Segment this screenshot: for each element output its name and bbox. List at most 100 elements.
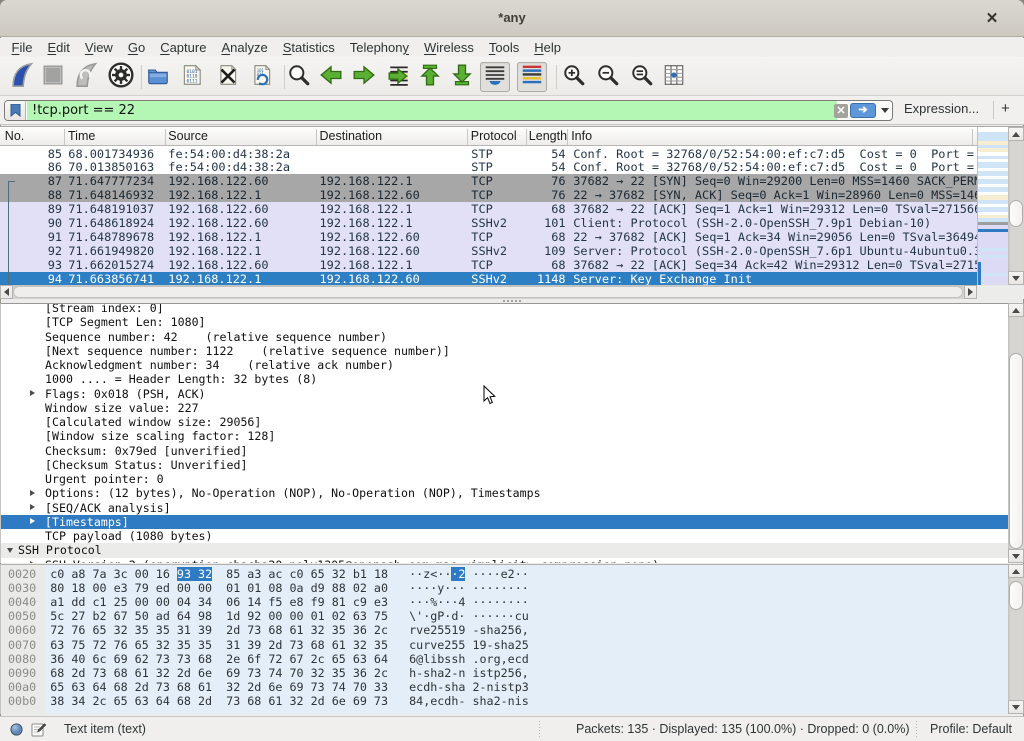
hex-row-0020[interactable]: 0020 c0 a8 7a 3c 00 16 93 32 85 a3 ac c0… (8, 567, 529, 581)
title-bar[interactable]: *any ✕ (0, 0, 1024, 37)
details-scrollbar-thumb[interactable] (1009, 353, 1023, 549)
detail-row[interactable]: [Calculated window size: 29056] (1, 415, 1008, 429)
menu-edit[interactable]: Edit (40, 38, 77, 57)
packet-row-85[interactable]: 8568.001734936fe:54:00:d4:38:2aSTP54Conf… (0, 147, 977, 161)
column-header-no[interactable]: No. (5, 128, 64, 145)
detail-row[interactable]: Window size value: 227 (1, 401, 1008, 415)
display-filter-input[interactable]: !tcp.port == 22 (27, 101, 837, 120)
column-resize-handle[interactable] (316, 129, 317, 145)
detail-row[interactable]: Acknowledgment number: 34 (relative ack … (1, 358, 1008, 372)
packet-row-89[interactable]: 8971.648191037192.168.122.60192.168.122.… (0, 202, 977, 216)
expander-collapsed-icon[interactable] (30, 504, 35, 510)
packet-row-91[interactable]: 9171.648789678192.168.122.1192.168.122.6… (0, 230, 977, 244)
details-scrollbar-down-button[interactable] (1008, 549, 1024, 563)
hex-row-0080[interactable]: 0080 36 40 6c 69 62 73 73 68 2e 6f 72 67… (8, 652, 529, 666)
go-first-button[interactable] (415, 62, 445, 92)
menu-view[interactable]: View (77, 38, 120, 57)
detail-row[interactable]: Checksum: 0x79ed [unverified] (1, 444, 1008, 458)
menu-file[interactable]: File (4, 38, 40, 57)
close-file-button[interactable] (213, 62, 243, 92)
zoom-in-button[interactable] (559, 62, 589, 92)
auto-scroll-button[interactable] (480, 62, 510, 92)
packet-list-scrollbar-up-button[interactable] (1008, 127, 1024, 141)
menu-telephony[interactable]: Telephony (342, 38, 416, 57)
filter-apply-icon[interactable]: ➔ (850, 103, 876, 118)
packet-list-header[interactable]: No.TimeSourceDestinationProtocolLengthIn… (0, 128, 977, 146)
bytes-scrollbar-up-button[interactable] (1008, 564, 1024, 578)
packet-list-hscrollbar-left-button[interactable] (0, 285, 13, 299)
packet-list-scrollbar-down-button[interactable] (1008, 271, 1024, 285)
column-resize-handle[interactable] (972, 129, 973, 145)
expander-collapsed-icon[interactable] (30, 561, 35, 563)
packet-list-minimap[interactable] (977, 127, 1008, 285)
zoom-out-button[interactable] (593, 62, 623, 92)
menu-help[interactable]: Help (527, 38, 569, 57)
expander-expanded-icon[interactable] (7, 548, 13, 553)
details-scrollbar-up-button[interactable] (1008, 303, 1024, 317)
filter-bookmark-button[interactable] (5, 101, 26, 120)
filter-dropdown-icon[interactable] (881, 108, 889, 113)
detail-row[interactable]: SSH Protocol (1, 543, 1008, 557)
capture-comment-icon[interactable] (31, 722, 46, 737)
go-forward-button[interactable] (349, 62, 379, 92)
capture-options-button[interactable] (106, 62, 136, 92)
column-header-info[interactable]: Info (571, 128, 977, 145)
column-header-length[interactable]: Length (529, 128, 568, 145)
detail-row[interactable]: [Next sequence number: 1122 (relative se… (1, 344, 1008, 358)
column-resize-handle[interactable] (526, 129, 527, 145)
detail-row[interactable]: [Stream index: 0] (1, 303, 1008, 315)
packet-row-94[interactable]: 9471.663856741192.168.122.1192.168.122.6… (0, 272, 977, 286)
find-packet-button[interactable] (284, 62, 314, 92)
column-header-time[interactable]: Time (68, 128, 165, 145)
go-to-packet-button[interactable] (384, 62, 414, 92)
detail-row[interactable]: Flags: 0x018 (PSH, ACK) (1, 387, 1008, 401)
hex-row-0040[interactable]: 0040 a1 dd c1 25 00 00 04 34 06 14 f5 e8… (8, 595, 529, 609)
packet-list-scrollbar-thumb[interactable] (1009, 200, 1023, 227)
menu-go[interactable]: Go (120, 38, 152, 57)
packet-row-92[interactable]: 9271.661949820192.168.122.1192.168.122.6… (0, 244, 977, 258)
packet-row-86[interactable]: 8670.013850163fe:54:00:d4:38:2aSTP54Conf… (0, 160, 977, 174)
hex-row-0090[interactable]: 0090 68 2d 73 68 61 32 2d 6e 69 73 74 70… (8, 666, 529, 680)
expander-collapsed-icon[interactable] (30, 390, 35, 396)
close-window-icon[interactable]: ✕ (982, 9, 1002, 29)
packet-row-87[interactable]: 8771.647777234192.168.122.60192.168.122.… (0, 174, 977, 188)
bytes-scrollbar-down-button[interactable] (1008, 700, 1024, 714)
expression-button[interactable]: Expression... (904, 101, 979, 116)
menu-wireless[interactable]: Wireless (417, 38, 482, 57)
menu-capture[interactable]: Capture (153, 38, 214, 57)
detail-row[interactable]: SSH Version 2 (encryption:chacha20-poly1… (1, 558, 1008, 564)
column-header-destination[interactable]: Destination (320, 128, 468, 145)
packet-list-hscrollbar-right-button[interactable] (964, 285, 977, 299)
packet-row-93[interactable]: 9371.662015274192.168.122.60192.168.122.… (0, 258, 977, 272)
detail-row[interactable]: [Window size scaling factor: 128] (1, 429, 1008, 443)
detail-row[interactable]: [Timestamps] (1, 515, 1008, 529)
hex-row-0030[interactable]: 0030 80 18 00 e3 79 ed 00 00 01 01 08 0a… (8, 581, 529, 595)
go-last-button[interactable] (447, 62, 477, 92)
menu-tools[interactable]: Tools (481, 38, 526, 57)
bytes-scrollbar-thumb[interactable] (1009, 581, 1023, 610)
detail-row[interactable]: TCP payload (1080 bytes) (1, 529, 1008, 543)
save-file-button[interactable]: 010101100111 (177, 62, 207, 92)
resize-columns-button[interactable] (659, 62, 689, 92)
hex-row-0070[interactable]: 0070 63 75 72 76 65 32 35 35 31 39 2d 73… (8, 638, 529, 652)
restart-capture-button[interactable] (71, 62, 101, 92)
column-resize-handle[interactable] (165, 129, 166, 145)
open-file-button[interactable] (143, 62, 173, 92)
packet-row-88[interactable]: 8871.648146932192.168.122.1192.168.122.6… (0, 188, 977, 202)
detail-row[interactable]: 1000 .... = Header Length: 32 bytes (8) (1, 372, 1008, 386)
detail-row[interactable]: [SEQ/ACK analysis] (1, 501, 1008, 515)
hex-row-00a0[interactable]: 00a0 65 63 64 68 2d 73 68 61 32 2d 6e 69… (8, 680, 529, 694)
column-resize-handle[interactable] (64, 129, 65, 145)
column-header-source[interactable]: Source (168, 128, 316, 145)
add-filter-button[interactable]: + (1001, 100, 1010, 117)
detail-row[interactable]: Options: (12 bytes), No-Operation (NOP),… (1, 486, 1008, 500)
column-header-protocol[interactable]: Protocol (471, 128, 526, 145)
menu-statistics[interactable]: Statistics (275, 38, 342, 57)
detail-row[interactable]: Urgent pointer: 0 (1, 472, 1008, 486)
go-back-button[interactable] (316, 62, 346, 92)
colorize-button[interactable] (517, 62, 547, 92)
reload-file-button[interactable]: 101011 (247, 62, 277, 92)
start-capture-button[interactable] (7, 62, 37, 92)
zoom-100-button[interactable] (627, 62, 657, 92)
hex-row-0060[interactable]: 0060 72 76 65 32 35 35 31 39 2d 73 68 61… (8, 623, 529, 637)
